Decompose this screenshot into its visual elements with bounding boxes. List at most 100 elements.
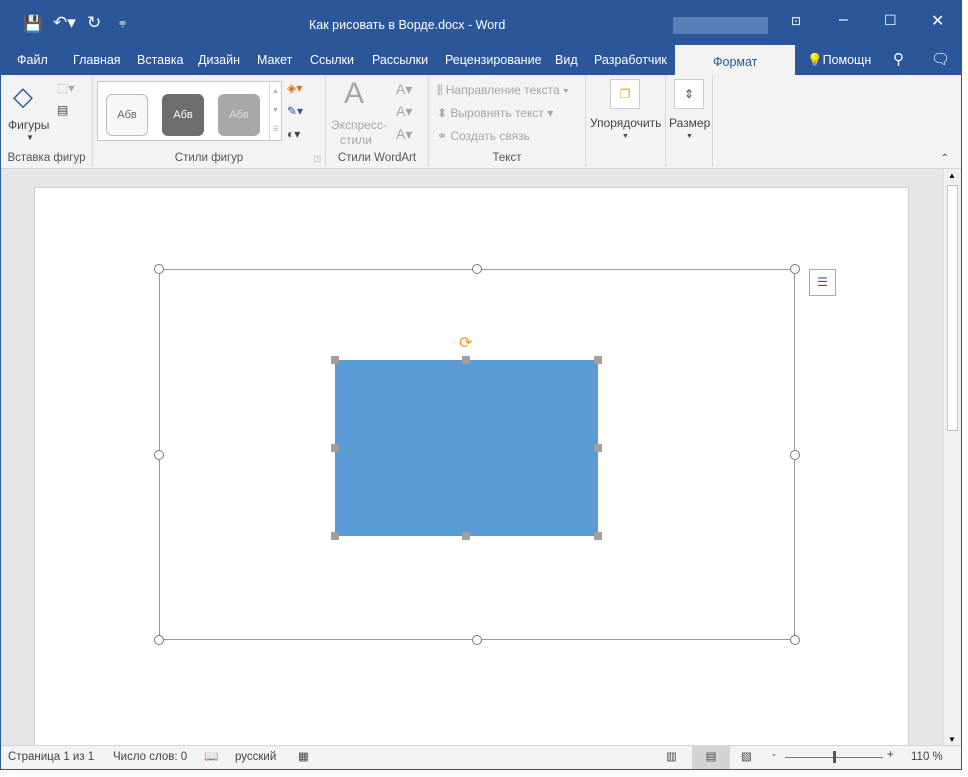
share-icon[interactable]: ⚲	[893, 50, 904, 68]
ribbon: ◇ Фигуры ▼ ⬚▾ ▤ Вставка фигур Абв Абв Аб…	[1, 75, 961, 169]
scroll-up-icon[interactable]: ▲	[948, 171, 956, 180]
help-button[interactable]: 💡Помощн	[807, 53, 871, 68]
shape-effects-icon[interactable]: ◐▾	[287, 127, 300, 141]
shape-fill-icon[interactable]: ◈▾	[287, 81, 302, 95]
word-count[interactable]: Число слов: 0	[113, 751, 187, 763]
zoom-out-button[interactable]: -	[772, 749, 776, 761]
shape-resize-handle[interactable]	[331, 444, 339, 452]
minimize-icon[interactable]: –	[839, 11, 848, 29]
macro-icon[interactable]: ▦	[298, 749, 309, 763]
tab-file[interactable]: Файл	[17, 53, 48, 67]
tab-format[interactable]: Формат	[675, 45, 796, 75]
tab-developer[interactable]: Разработчик	[594, 53, 667, 67]
shape-resize-handle[interactable]	[594, 444, 602, 452]
shape-outline-icon[interactable]: ✎▾	[287, 104, 303, 118]
gallery-scroll[interactable]: ▲ ▼ ☰	[269, 82, 281, 140]
scroll-down-icon[interactable]: ▼	[948, 735, 956, 744]
canvas-resize-handle[interactable]	[154, 450, 164, 460]
tab-mailings[interactable]: Рассылки	[372, 53, 428, 67]
tab-insert[interactable]: Вставка	[137, 53, 183, 67]
tab-layout[interactable]: Макет	[257, 53, 292, 67]
print-layout-icon[interactable]: ▤	[692, 746, 730, 769]
wordart-icon: A	[344, 77, 365, 110]
group-label: Стили фигур	[174, 152, 244, 164]
shape-resize-handle[interactable]	[462, 532, 470, 540]
text-direction-button[interactable]: ⫼ Направление текста ▾	[437, 83, 569, 98]
express-styles-button[interactable]: Экспресс-	[331, 118, 387, 132]
zoom-slider-thumb[interactable]	[833, 751, 836, 763]
account-area[interactable]	[673, 17, 768, 34]
size-icon: ⇕	[674, 79, 704, 109]
status-bar: Страница 1 из 1 Число слов: 0 📖 русский …	[1, 745, 961, 769]
shape-resize-handle[interactable]	[594, 356, 602, 364]
text-box-icon[interactable]: ▤	[57, 103, 68, 117]
edit-shape-icon[interactable]: ⬚▾	[57, 81, 74, 95]
group-label: Текст	[492, 152, 522, 164]
canvas-resize-handle[interactable]	[790, 635, 800, 645]
arrange-label: Упорядочить	[590, 116, 662, 130]
save-icon[interactable]: 💾	[23, 14, 43, 34]
canvas-resize-handle[interactable]	[790, 264, 800, 274]
ribbon-tabs: Файл Главная Вставка Дизайн Макет Ссылки…	[1, 45, 961, 75]
layout-options-icon[interactable]: ☰	[809, 269, 836, 296]
shape-resize-handle[interactable]	[331, 532, 339, 540]
rectangle-shape[interactable]	[335, 360, 598, 536]
zoom-level[interactable]: 110 %	[911, 751, 943, 763]
text-effects-icon[interactable]: A▾	[396, 126, 412, 143]
chevron-down-icon: ▼	[686, 133, 693, 140]
tab-view[interactable]: Вид	[555, 53, 578, 67]
canvas-resize-handle[interactable]	[154, 635, 164, 645]
text-outline-icon[interactable]: A▾	[396, 103, 412, 120]
canvas-resize-handle[interactable]	[790, 450, 800, 460]
shape-resize-handle[interactable]	[331, 356, 339, 364]
lightbulb-icon: 💡	[807, 53, 823, 67]
style-gallery: Абв Абв Абв ▲ ▼ ☰	[97, 81, 282, 141]
group-label: Стили WordArt	[337, 152, 417, 164]
close-icon[interactable]: ✕	[931, 11, 944, 31]
canvas-resize-handle[interactable]	[472, 635, 482, 645]
ribbon-display-icon[interactable]: ⊡	[791, 14, 801, 28]
style-preset-2[interactable]: Абв	[162, 94, 204, 136]
read-mode-icon[interactable]: ▥	[666, 749, 677, 763]
tab-home[interactable]: Главная	[73, 53, 121, 67]
express-styles-label: стили	[340, 133, 372, 147]
text-direction-icon: ⫼	[437, 83, 446, 97]
create-link-button[interactable]: ⚭ Создать связь	[437, 129, 530, 143]
tab-design[interactable]: Дизайн	[198, 53, 240, 67]
style-preset-3[interactable]: Абв	[218, 94, 260, 136]
undo-icon[interactable]: ↶▾	[53, 13, 76, 33]
canvas-resize-handle[interactable]	[154, 264, 164, 274]
canvas-resize-handle[interactable]	[472, 264, 482, 274]
proofing-icon[interactable]: 📖	[204, 749, 218, 763]
group-text: ⫼ Направление текста ▾ ⬍ Выровнять текст…	[429, 75, 586, 167]
chevron-down-icon: ▼	[26, 133, 34, 142]
shape-resize-handle[interactable]	[594, 532, 602, 540]
collapse-ribbon-icon[interactable]: ⌃	[941, 153, 949, 164]
style-preset-1[interactable]: Абв	[106, 94, 148, 136]
size-label: Размер	[669, 116, 711, 130]
comments-icon[interactable]: 🗨	[931, 50, 950, 68]
rotate-handle-icon[interactable]: ⟳	[459, 333, 472, 353]
customize-qat-icon[interactable]: ⩦	[119, 15, 126, 30]
tab-review[interactable]: Рецензирование	[445, 53, 542, 67]
language[interactable]: русский	[235, 751, 276, 763]
maximize-icon[interactable]: ☐	[884, 12, 897, 29]
arrange-button[interactable]: ❐ Упорядочить ▼	[586, 75, 666, 167]
shape-resize-handle[interactable]	[462, 356, 470, 364]
zoom-in-button[interactable]: +	[887, 749, 894, 761]
document-area: ⟳ ☰	[1, 169, 943, 757]
scrollbar-thumb[interactable]	[947, 185, 958, 431]
align-text-button[interactable]: ⬍ Выровнять текст ▾	[437, 106, 553, 120]
shapes-button[interactable]: Фигуры	[8, 118, 49, 132]
group-wordart-styles: A Экспресс- стили A▾ A▾ A▾ Стили WordArt	[326, 75, 429, 167]
group-insert-shapes: ◇ Фигуры ▼ ⬚▾ ▤ Вставка фигур	[1, 75, 93, 167]
page-count[interactable]: Страница 1 из 1	[8, 751, 94, 763]
tab-references[interactable]: Ссылки	[310, 53, 354, 67]
vertical-scrollbar[interactable]: ▲ ▼	[943, 169, 961, 746]
web-layout-icon[interactable]: ▧	[741, 749, 752, 763]
dialog-launcher-icon[interactable]: ◳	[313, 154, 321, 163]
redo-icon[interactable]: ↻	[87, 13, 101, 33]
size-button[interactable]: ⇕ Размер ▼	[666, 75, 713, 167]
link-icon: ⚭	[437, 129, 451, 143]
text-fill-icon[interactable]: A▾	[396, 81, 412, 98]
